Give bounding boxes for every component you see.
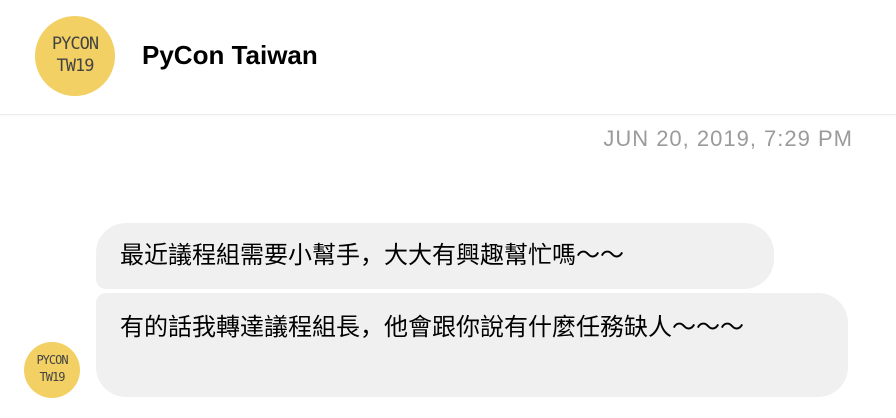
message-bubble[interactable]: 最近議程組需要小幫手，大大有興趣幫忙嗎～～: [96, 223, 774, 289]
page-title[interactable]: PyCon Taiwan: [142, 38, 318, 72]
pycon-logo-avatar[interactable]: PYCON TW19: [35, 16, 115, 96]
avatar-text-line2: TW19: [39, 370, 66, 384]
message-text: 有的話我轉達議程組長，他會跟你說有什麼任務缺人～～～: [120, 313, 744, 341]
message-bubble[interactable]: 有的話我轉達議程組長，他會跟你說有什麼任務缺人～～～: [96, 293, 848, 397]
chat-header: PYCON TW19 PyCon Taiwan: [0, 0, 896, 115]
logo-text-line2: TW19: [56, 56, 95, 76]
sender-avatar[interactable]: PYCON TW19: [24, 342, 80, 398]
message-timestamp: JUN 20, 2019, 7:29 PM: [603, 126, 853, 151]
message-text: 最近議程組需要小幫手，大大有興趣幫忙嗎～～: [120, 241, 624, 269]
avatar-text-line1: PYCON: [36, 353, 68, 367]
logo-text-line1: PYCON: [51, 34, 99, 54]
